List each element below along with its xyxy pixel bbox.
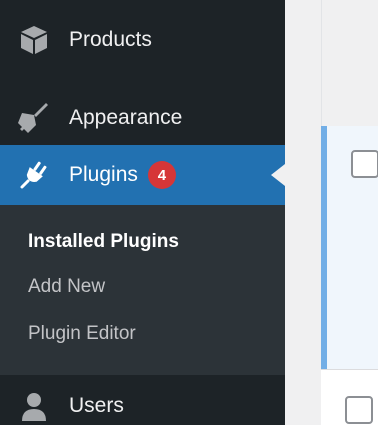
sidebar-item-plugins[interactable]: Plugins 4 — [0, 145, 285, 205]
user-icon — [16, 388, 52, 424]
submenu-item-installed-plugins[interactable]: Installed Plugins — [28, 231, 179, 253]
submenu-item-plugin-editor[interactable]: Plugin Editor — [28, 323, 136, 345]
sidebar-item-appearance[interactable]: Appearance — [0, 92, 285, 144]
row-checkbox[interactable] — [345, 396, 373, 424]
sidebar-item-label-wrap: Plugins 4 — [69, 161, 176, 189]
sidebar-item-users[interactable]: Users — [0, 382, 285, 425]
current-menu-arrow — [271, 164, 285, 186]
paintbrush-icon — [16, 100, 52, 136]
sidebar-item-label: Plugins — [69, 163, 138, 186]
plugin-icon — [16, 157, 52, 193]
admin-sidebar: Products Appearance Plugins 4 Installed … — [0, 0, 285, 425]
sidebar-item-label: Products — [69, 28, 152, 51]
plugins-submenu: Installed Plugins Add New Plugin Editor — [0, 205, 285, 375]
box-icon — [16, 22, 52, 58]
sidebar-item-products[interactable]: Products — [0, 14, 285, 66]
update-count-badge: 4 — [147, 161, 176, 189]
sidebar-item-label: Appearance — [69, 106, 183, 129]
submenu-item-add-new[interactable]: Add New — [28, 276, 105, 298]
row-checkbox[interactable] — [351, 150, 378, 178]
plugins-list-area — [285, 0, 378, 425]
sidebar-item-label: Users — [69, 394, 124, 417]
plugin-row — [321, 369, 378, 425]
plugin-row-active — [321, 126, 378, 369]
